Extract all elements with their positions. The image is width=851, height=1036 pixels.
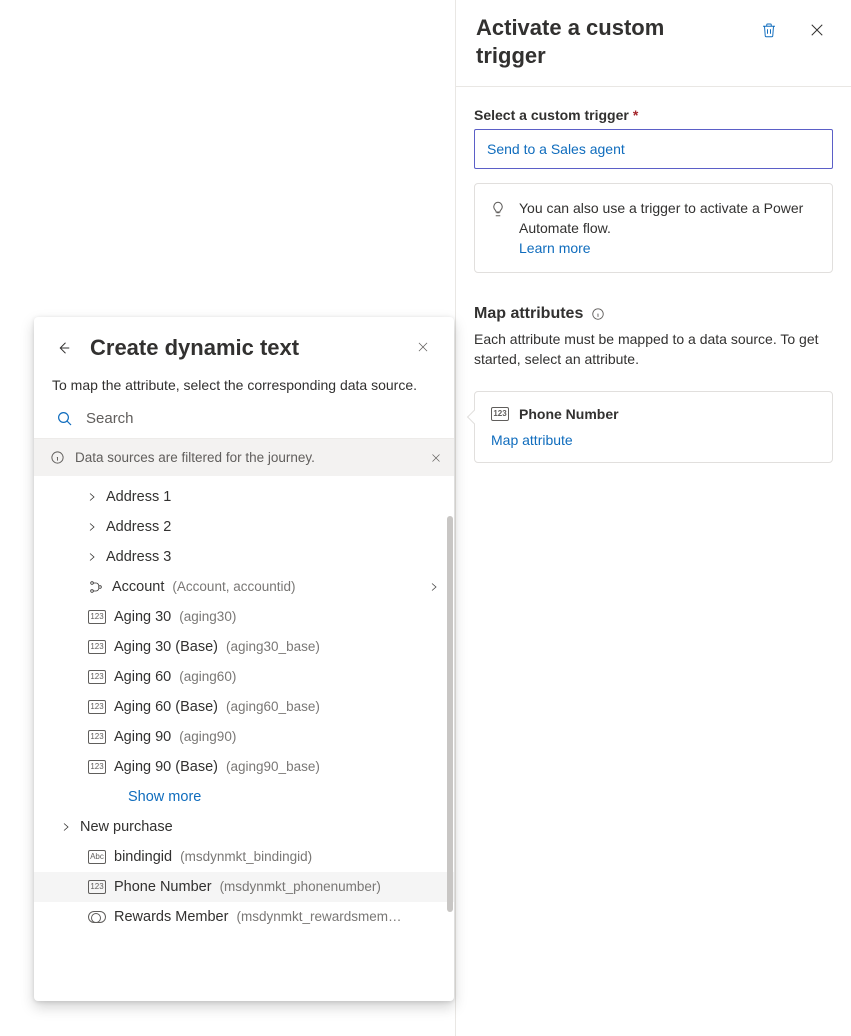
custom-trigger-select[interactable]: Send to a Sales agent [474,129,833,169]
attribute-row: 123 Phone Number [491,406,816,422]
tree-item-label: Address 2 [106,519,171,535]
tree-item-label: Aging 60 (Base) (aging60_base) [114,699,320,715]
type-icon: Abc [88,850,106,864]
lightbulb-icon [489,200,507,218]
tree-item-label: Address 3 [106,549,171,565]
custom-trigger-value: Send to a Sales agent [487,141,625,157]
tree-item[interactable]: 123 Phone Number (msdynmkt_phonenumber) [34,872,454,902]
panel-body: Select a custom trigger* Send to a Sales… [456,87,851,463]
type-icon: 123 [88,880,106,894]
attribute-name: Phone Number [519,406,619,422]
close-button[interactable] [805,18,829,42]
search-input[interactable] [84,409,436,428]
type-icon: 123 [88,670,106,684]
tree-item-label: Phone Number (msdynmkt_phonenumber) [114,879,381,895]
close-icon [416,340,430,354]
tree-item-label: Account (Account, accountid) [112,579,295,595]
popover-header: Create dynamic text [34,317,454,369]
type-icon: 123 [88,760,106,774]
map-attributes-heading: Map attributes [474,305,833,323]
arrow-left-icon [55,339,73,357]
tree-item-label: New purchase [80,819,173,835]
tree-item-label: Aging 90 (Base) (aging90_base) [114,759,320,775]
map-attributes-description: Each attribute must be mapped to a data … [474,329,833,369]
show-more-link[interactable]: Show more [128,789,201,805]
panel-actions [757,14,829,42]
trash-icon [760,21,778,39]
tree-item[interactable]: 123 Aging 90 (aging90) [34,722,454,752]
dismiss-filter-icon[interactable] [430,452,442,464]
tree-item-label: Aging 60 (aging60) [114,669,236,685]
info-icon [50,450,65,465]
boolean-type-icon [88,911,106,923]
hint-text: You can also use a trigger to activate a… [519,200,803,236]
tree-item[interactable]: 123 Aging 60 (aging60) [34,662,454,692]
type-icon: 123 [88,640,106,654]
tree-item-label: Aging 90 (aging90) [114,729,236,745]
tree-item[interactable]: Rewards Member (msdynmkt_rewardsmem… [34,902,454,932]
side-panel: Activate a custom trigger Select a custo… [455,0,851,1036]
tree-item[interactable]: Abc bindingid (msdynmkt_bindingid) [34,842,454,872]
tree-item[interactable]: New purchase [34,812,454,842]
map-attribute-link[interactable]: Map attribute [491,432,573,448]
type-icon: 123 [88,700,106,714]
popover-close-button[interactable] [410,339,436,358]
tree-item[interactable]: 123 Aging 30 (aging30) [34,602,454,632]
dynamic-text-popover: Create dynamic text To map the attribute… [34,317,454,1001]
data-source-tree[interactable]: Address 1 Address 2 Address 3 Account (Acco… [34,476,454,1001]
tree-item[interactable]: 123 Aging 90 (Base) (aging90_base) [34,752,454,782]
delete-button[interactable] [757,18,781,42]
card-pointer [467,410,481,424]
number-type-icon: 123 [491,407,509,421]
filter-text: Data sources are filtered for the journe… [75,450,315,465]
tree-item[interactable]: Address 3 [34,542,454,572]
popover-description: To map the attribute, select the corresp… [34,369,454,409]
tree-item-label: Address 1 [106,489,171,505]
popover-title: Create dynamic text [90,335,299,361]
search-row [34,409,454,438]
type-icon: 123 [88,730,106,744]
tree-item[interactable]: Account (Account, accountid) [34,572,454,602]
power-automate-hint: You can also use a trigger to activate a… [474,183,833,273]
tree-item[interactable]: 123 Aging 60 (Base) (aging60_base) [34,692,454,722]
panel-header: Activate a custom trigger [456,0,851,87]
tree-item-label: Aging 30 (aging30) [114,609,236,625]
scrollbar-thumb[interactable] [447,516,453,912]
tree-item[interactable]: Address 2 [34,512,454,542]
back-button[interactable] [52,336,76,360]
tree-item[interactable]: 123 Aging 30 (Base) (aging30_base) [34,632,454,662]
tree-item-label: Aging 30 (Base) (aging30_base) [114,639,320,655]
close-icon [808,21,826,39]
tree-item-label: Rewards Member (msdynmkt_rewardsmem… [114,909,401,925]
attribute-card[interactable]: 123 Phone Number Map attribute [474,391,833,463]
search-icon [56,410,74,428]
required-asterisk: * [633,107,638,123]
learn-more-link[interactable]: Learn more [519,240,591,256]
tree-item-label: bindingid (msdynmkt_bindingid) [114,849,312,865]
select-trigger-label: Select a custom trigger* [474,107,833,123]
panel-title: Activate a custom trigger [476,14,736,70]
hint-text-wrap: You can also use a trigger to activate a… [519,198,816,258]
tree-item[interactable]: Show more [34,782,454,812]
filter-notice: Data sources are filtered for the journe… [34,438,454,476]
type-icon: 123 [88,610,106,624]
info-icon [591,307,605,321]
tree-item[interactable]: Address 1 [34,482,454,512]
